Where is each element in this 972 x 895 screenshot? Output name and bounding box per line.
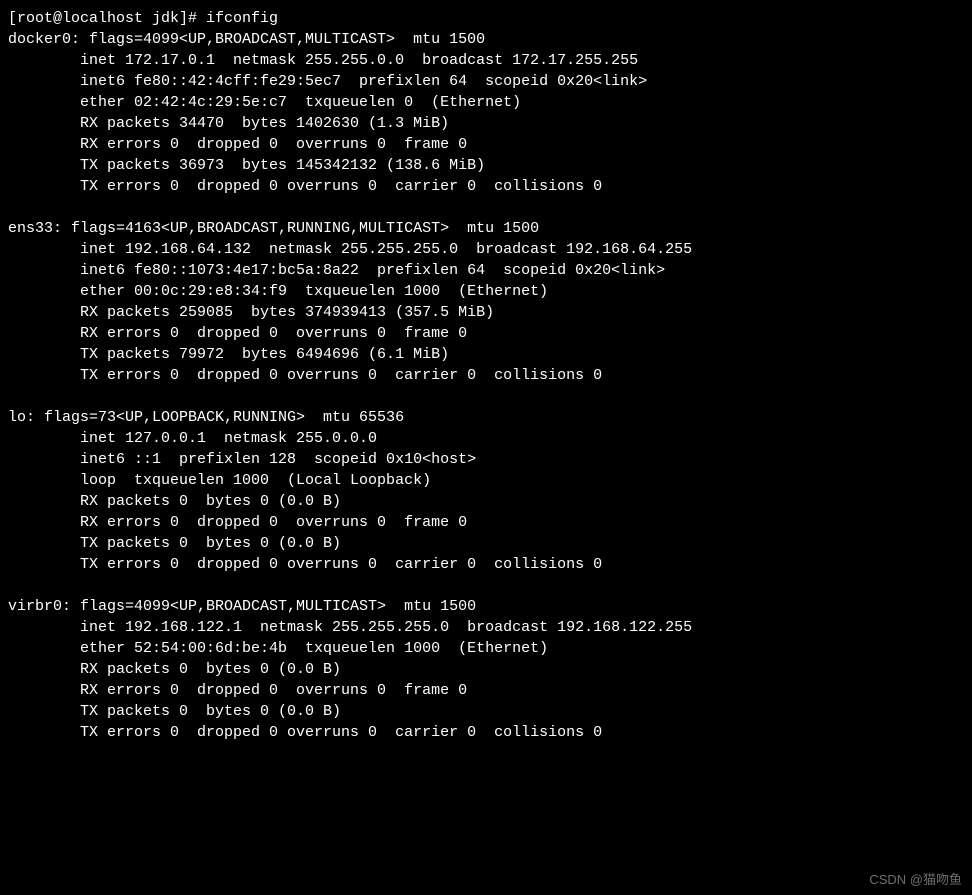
terminal-output[interactable]: [root@localhost jdk]# ifconfig docker0: … bbox=[8, 8, 964, 743]
watermark-text: CSDN @猫吻鱼 bbox=[869, 871, 962, 889]
